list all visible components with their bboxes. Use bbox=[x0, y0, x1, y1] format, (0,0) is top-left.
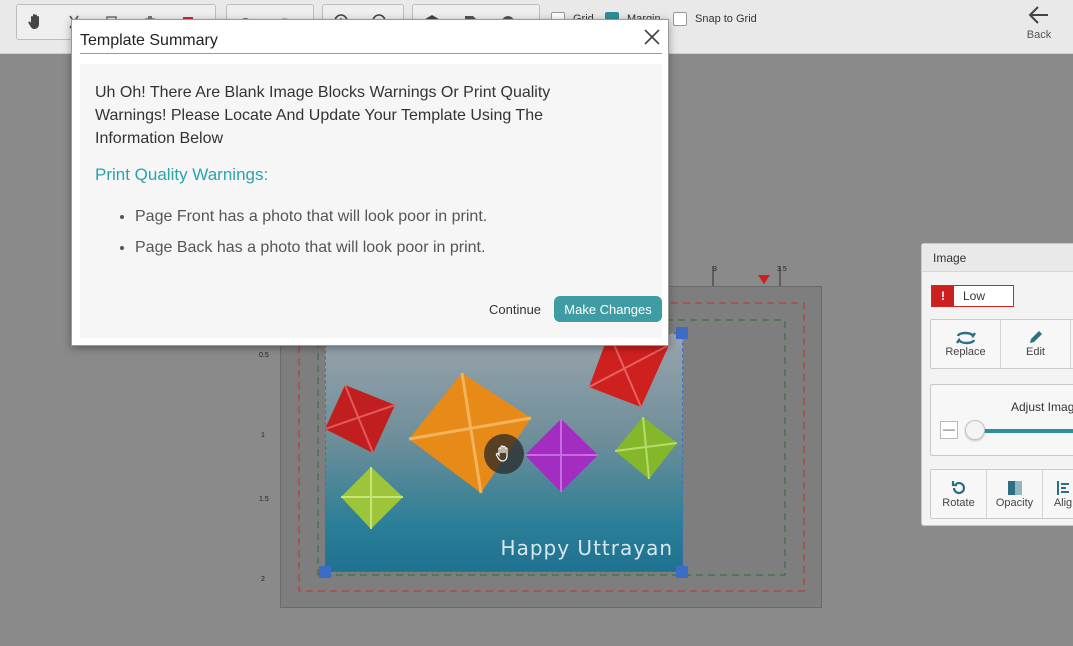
snap-to-grid-checkbox-box[interactable] bbox=[673, 12, 687, 26]
left-ruler: 0.5 1 1.5 2 bbox=[255, 330, 277, 600]
hand-icon bbox=[495, 445, 508, 462]
back-button[interactable]: Back bbox=[1019, 4, 1059, 41]
arrow-left-icon bbox=[1028, 6, 1048, 24]
ruler-tick: 2 bbox=[261, 576, 265, 583]
resize-handle-top-right[interactable] bbox=[676, 327, 688, 339]
back-label: Back bbox=[1026, 29, 1052, 41]
ruler-tick: 0.5 bbox=[259, 352, 269, 359]
opacity-button[interactable]: Opacity bbox=[987, 470, 1043, 518]
snap-to-grid-checkbox[interactable]: Snap to Grid bbox=[673, 12, 757, 26]
opacity-icon bbox=[1007, 481, 1022, 495]
template-summary-dialog: Template Summary Uh Oh! There Are Blank … bbox=[71, 19, 669, 346]
print-quality-label: Low bbox=[963, 289, 986, 303]
replace-button[interactable]: Replace bbox=[931, 320, 1001, 368]
continue-button[interactable]: Continue bbox=[489, 302, 541, 317]
rotate-icon bbox=[951, 481, 965, 495]
adjust-image-label: Adjust Image bbox=[1011, 400, 1073, 414]
align-icon bbox=[1057, 481, 1069, 495]
dialog-header: Template Summary bbox=[80, 20, 662, 54]
image-actions-row-2: Rotate Opacity Alig bbox=[930, 469, 1073, 519]
resize-handle-bottom-right[interactable] bbox=[676, 566, 688, 578]
image-panel-title: Image bbox=[922, 244, 1073, 272]
print-quality-indicator: ! Low bbox=[931, 285, 1014, 307]
warning-icon: ! bbox=[932, 286, 954, 306]
warning-item: Page Back has a photo that will look poo… bbox=[135, 237, 487, 259]
hand-tool-button[interactable] bbox=[17, 5, 55, 39]
ruler-tick: 3 bbox=[713, 266, 717, 273]
ruler-marker-icon[interactable] bbox=[758, 275, 770, 284]
edit-icon bbox=[1029, 331, 1042, 343]
warning-item: Page Front has a photo that will look po… bbox=[135, 206, 487, 228]
dialog-body: Uh Oh! There Are Blank Image Blocks Warn… bbox=[80, 64, 662, 338]
ruler-tick: 1.5 bbox=[259, 496, 269, 503]
dialog-title: Template Summary bbox=[80, 32, 218, 49]
rotate-label: Rotate bbox=[942, 497, 975, 509]
edit-label: Edit bbox=[1026, 346, 1045, 358]
dialog-message: Uh Oh! There Are Blank Image Blocks Warn… bbox=[95, 84, 551, 147]
replace-label: Replace bbox=[945, 346, 986, 358]
edit-button[interactable]: Edit bbox=[1001, 320, 1071, 368]
resize-handle-bottom-left[interactable] bbox=[319, 566, 331, 578]
adjust-image-box: Adjust Image — bbox=[930, 384, 1073, 456]
hand-icon bbox=[28, 14, 39, 29]
rotate-button[interactable]: Rotate bbox=[931, 470, 987, 518]
warnings-list: Page Front has a photo that will look po… bbox=[135, 206, 487, 268]
adjust-slider-track[interactable] bbox=[971, 429, 1073, 433]
image-actions-row-1: Replace Edit bbox=[930, 319, 1073, 369]
close-button[interactable] bbox=[642, 27, 662, 47]
decrease-button[interactable]: — bbox=[940, 421, 958, 439]
image-properties-panel: Image ! Low Replace Edit Adjust Image — … bbox=[921, 243, 1073, 526]
opacity-label: Opacity bbox=[995, 497, 1034, 509]
adjust-slider-knob[interactable] bbox=[965, 420, 985, 440]
replace-icon bbox=[955, 331, 976, 345]
snap-to-grid-checkbox-label: Snap to Grid bbox=[695, 13, 757, 25]
make-changes-button[interactable]: Make Changes bbox=[554, 296, 662, 322]
ruler-tick: 3.5 bbox=[777, 266, 787, 273]
align-button[interactable]: Alig bbox=[1043, 470, 1073, 518]
move-handle[interactable] bbox=[484, 434, 524, 474]
align-label: Alig bbox=[1053, 497, 1073, 509]
ruler-tick: 1 bbox=[261, 432, 265, 439]
close-icon bbox=[644, 29, 660, 45]
print-quality-warnings-heading: Print Quality Warnings: bbox=[95, 165, 269, 184]
